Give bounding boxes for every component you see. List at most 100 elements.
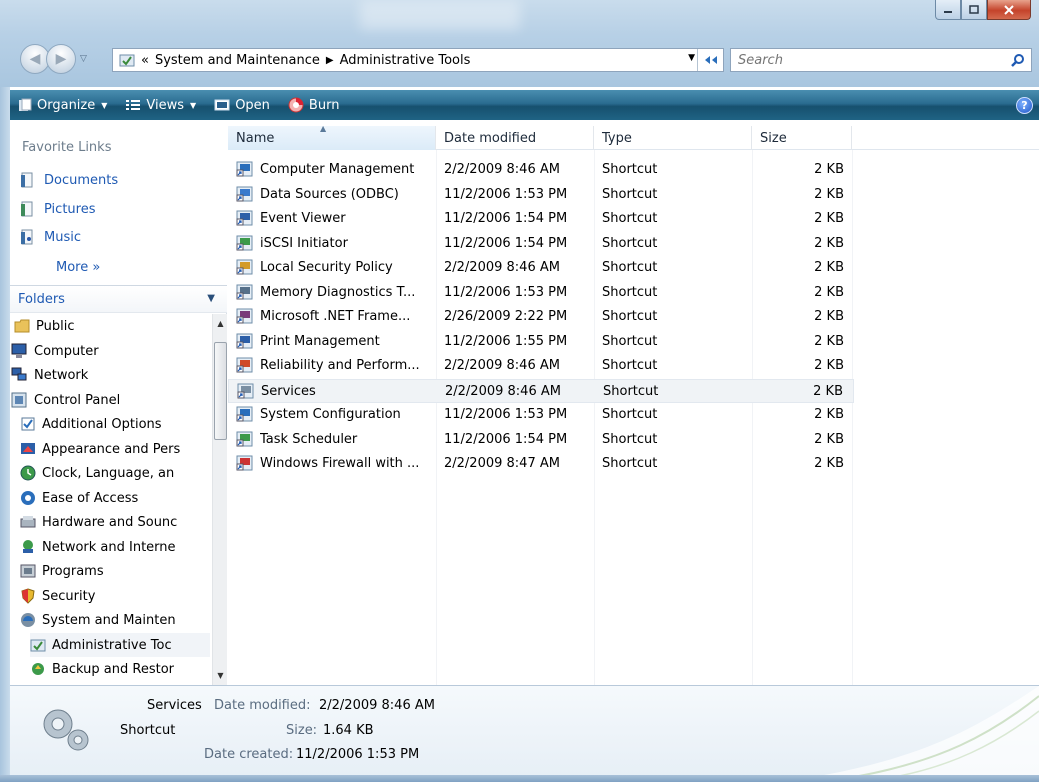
command-bar: Organize ▼ Views ▼ Open Burn ? [10,90,1039,120]
tree-item-appearance[interactable]: Appearance and Pers [20,437,210,461]
hardware-icon [20,516,36,528]
table-row[interactable]: Task Scheduler 11/2/2006 1:54 PM Shortcut 2… [228,428,854,452]
column-type-label: Type [602,130,632,146]
tree-item-backup-restore[interactable]: Backup and Restor [30,657,210,681]
column-date-label: Date modified [444,130,537,146]
table-row[interactable]: iSCSI Initiator 11/2/2006 1:54 PM Shortcut… [228,232,854,256]
table-row[interactable]: Memory Diagnostics T... 11/2/2006 1:53 PM… [228,281,854,305]
shortcut-icon [236,357,253,373]
file-size: 2 KB [814,260,844,275]
table-row[interactable]: Services 2/2/2009 8:46 AM Shortcut 2 KB [228,378,854,403]
details-pane: Services Date modified: 2/2/2009 8:46 AM… [10,685,1039,775]
scroll-down-icon[interactable]: ▼ [213,668,228,683]
column-header-name[interactable]: ▲ Name [228,124,436,150]
file-size: 2 KB [814,333,844,349]
table-row[interactable]: Local Security Policy 2/2/2009 8:46 AM Sho… [228,256,854,280]
folder-tree-scrollbar[interactable]: ▲ ▼ [212,314,227,685]
table-row[interactable]: Microsoft .NET Frame... 2/26/2009 2:22 PM… [228,305,854,329]
address-dropdown-icon[interactable]: ▼ [688,53,695,63]
tree-item-network-internet[interactable]: Network and Interne [20,535,210,559]
column-header-size[interactable]: Size [752,126,852,150]
tree-item-computer[interactable]: Computer [10,339,200,363]
favorite-pictures[interactable]: Pictures [20,201,95,217]
file-date-modified: 2/2/2009 8:47 AM [444,456,560,471]
file-list: ▲ Name Date modified Type Size Computer … [228,120,1039,685]
file-type: Shortcut [602,358,658,373]
explorer-window: ◀ ▶ ▽ « System and Maintenance ▶ Adminis… [0,0,1039,782]
table-row[interactable]: System Configuration 11/2/2006 1:53 PM Sho… [228,403,854,427]
tree-item-system-maintenance[interactable]: System and Mainten [20,608,210,632]
shortcut-icon [237,383,254,398]
refresh-button[interactable] [697,49,723,71]
tree-item-clock-language[interactable]: Clock, Language, an [20,461,210,485]
tree-item-ease-of-access[interactable]: Ease of Access [20,486,210,510]
search-icon[interactable] [1011,53,1025,67]
address-overflow[interactable]: « [141,53,149,68]
favorite-documents[interactable]: Documents [20,172,118,188]
tree-item-administrative-tools[interactable]: Administrative Toc [30,633,210,657]
scroll-thumb[interactable] [214,342,227,440]
shield-icon [21,588,35,604]
minimize-button[interactable] [935,0,961,20]
tree-item-control-panel[interactable]: Control Panel [10,388,200,412]
recent-pages-dropdown[interactable]: ▽ [80,54,87,64]
maximize-button[interactable] [961,0,987,20]
window-frame-left [0,87,10,777]
file-size: 2 KB [814,235,844,251]
file-size: 2 KB [814,431,844,447]
address-bar[interactable]: « System and Maintenance ▶ Administrativ… [112,48,724,72]
scroll-up-icon[interactable]: ▲ [213,316,228,331]
table-row[interactable]: Windows Firewall with ... 2/2/2009 8:47 A… [228,452,854,476]
column-size-label: Size [760,130,787,146]
details-modified-value: 2/2/2009 8:46 AM [319,698,435,713]
tree-item-label: Public [36,318,75,334]
organize-label: Organize [37,97,96,113]
ease-of-access-icon [21,491,35,505]
forward-arrow-icon: ▶ [55,51,67,67]
documents-icon [21,172,33,188]
folders-header[interactable]: Folders ▼ [10,285,227,313]
more-links[interactable]: More » [56,260,100,275]
shortcut-icon [236,308,253,324]
chevron-down-icon[interactable]: ▼ [207,293,215,304]
table-row[interactable]: Data Sources (ODBC) 11/2/2006 1:53 PM Shor… [228,183,854,207]
search-box[interactable] [730,48,1032,72]
tree-item-hardware-sound[interactable]: Hardware and Sounc [20,510,210,534]
open-button[interactable]: Open [206,90,280,120]
table-row[interactable]: Event Viewer 11/2/2006 1:54 PM Shortcut 2 K… [228,207,854,231]
forward-button[interactable]: ▶ [46,44,76,74]
details-size-label: Size: [286,723,318,738]
decorative-swoosh [824,686,1039,775]
tree-item-security[interactable]: Security [20,584,210,608]
burn-disc-icon [288,97,304,113]
table-row[interactable]: Computer Management 2/2/2009 8:46 AM Short… [228,158,854,182]
table-row[interactable]: Print Management 11/2/2006 1:55 PM Shortcu… [228,330,854,354]
views-button[interactable]: Views ▼ [117,90,206,120]
tree-item-programs[interactable]: Programs [20,559,210,583]
tree-item-network[interactable]: Network [10,363,200,387]
search-input[interactable] [738,52,998,68]
network-icon [11,367,27,381]
shortcut-icon [236,161,253,177]
tree-item-additional-options[interactable]: Additional Options [20,412,210,436]
breadcrumb-separator-icon[interactable]: ▶ [326,55,334,66]
close-button[interactable] [987,0,1031,20]
organize-button[interactable]: Organize ▼ [10,90,117,120]
breadcrumb-system-and-maintenance[interactable]: System and Maintenance [155,53,320,68]
control-panel-icon [11,392,27,408]
file-name: Event Viewer [260,211,346,226]
file-type: Shortcut [602,456,658,471]
tree-item-label: Computer [34,343,99,359]
table-row[interactable]: Reliability and Perform... 2/2/2009 8:46 … [228,354,854,378]
column-header-date-modified[interactable]: Date modified [436,126,594,150]
tree-item-public[interactable]: Public [14,314,204,338]
column-header-type[interactable]: Type [594,126,752,150]
favorite-music[interactable]: Music [20,229,81,245]
help-button[interactable]: ? [1016,97,1033,114]
column-headers: ▲ Name Date modified Type Size [228,124,1039,150]
file-date-modified: 11/2/2006 1:53 PM [444,186,568,202]
burn-button[interactable]: Burn [280,90,350,120]
breadcrumb-administrative-tools[interactable]: Administrative Tools [340,53,471,68]
column-name-label: Name [236,130,275,146]
file-type: Shortcut [602,235,658,251]
